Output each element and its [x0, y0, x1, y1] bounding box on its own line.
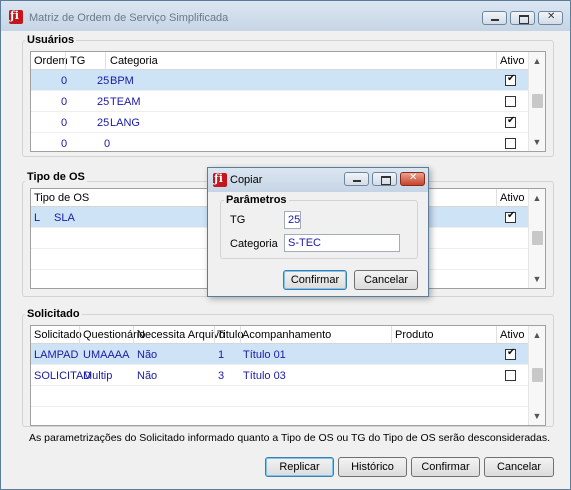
- scroll-down-icon[interactable]: ▼: [529, 408, 545, 424]
- table-row[interactable]: LAMPAD UMAAAA Não 1 Título 01: [31, 344, 528, 365]
- usuarios-grid[interactable]: Ordem TG Categoria Ativo 0 25 BPM 0 25 T…: [30, 51, 546, 152]
- table-row[interactable]: 0 25 TEAM: [31, 91, 528, 112]
- scroll-up-icon[interactable]: ▲: [529, 190, 545, 206]
- cell-ordem: 0: [61, 138, 68, 150]
- replicar-button[interactable]: Replicar: [265, 457, 334, 477]
- cell-codigo: L: [34, 212, 41, 224]
- historico-button[interactable]: Histórico: [338, 457, 407, 477]
- cell-tg: 25: [97, 96, 110, 108]
- title-bar[interactable]: Matriz de Ordem de Serviço Simplificada: [1, 1, 570, 31]
- scroll-thumb[interactable]: [532, 231, 543, 245]
- table-row[interactable]: [31, 386, 528, 407]
- col-ativo[interactable]: Ativo: [500, 192, 524, 204]
- scroll-thumb[interactable]: [532, 368, 543, 382]
- cell-titulo: 3: [218, 370, 225, 382]
- dialog-cancelar-button[interactable]: Cancelar: [354, 270, 418, 290]
- col-necessita-arquivo[interactable]: Necessita Arquivo: [137, 329, 225, 341]
- parametros-label: Parâmetros: [224, 194, 289, 206]
- minimize-button[interactable]: [482, 11, 507, 25]
- cell-necessita-arquivo: Não: [137, 349, 158, 361]
- ativo-checkbox[interactable]: [505, 370, 516, 381]
- ativo-checkbox[interactable]: [505, 138, 516, 149]
- cell-nome: SLA: [54, 212, 75, 224]
- main-window: Matriz de Ordem de Serviço Simplificada …: [0, 0, 571, 490]
- cell-ordem: 0: [61, 117, 68, 129]
- scroll-down-icon[interactable]: ▼: [529, 271, 545, 287]
- cell-tg: 25: [97, 75, 110, 87]
- cell-solicitado: LAMPAD: [34, 349, 79, 361]
- cell-tg: 25: [97, 117, 110, 129]
- ativo-checkbox[interactable]: [505, 115, 516, 128]
- dialog-confirmar-button[interactable]: Confirmar: [283, 270, 347, 290]
- col-tg[interactable]: TG: [70, 55, 85, 67]
- cell-acompanhamento: Título 03: [243, 370, 286, 382]
- col-acompanhamento[interactable]: Acompanhamento: [242, 329, 331, 341]
- dialog-minimize-button[interactable]: [344, 172, 369, 186]
- col-solicitado[interactable]: Solicitado: [34, 329, 82, 341]
- confirmar-button[interactable]: Confirmar: [411, 457, 480, 477]
- scroll-up-icon[interactable]: ▲: [529, 53, 545, 69]
- col-ativo[interactable]: Ativo: [500, 329, 524, 341]
- dialog-title: Copiar: [230, 174, 263, 186]
- cell-necessita-arquivo: Não: [137, 370, 158, 382]
- col-tipo-os[interactable]: Tipo de OS: [34, 192, 89, 204]
- categoria-label: Categoria: [230, 238, 278, 250]
- table-row[interactable]: 0 0: [31, 133, 528, 151]
- maximize-button[interactable]: [510, 11, 535, 25]
- tg-label: TG: [230, 214, 246, 226]
- tg-input[interactable]: 25: [284, 211, 301, 229]
- close-button[interactable]: [538, 11, 563, 25]
- col-categoria[interactable]: Categoria: [110, 55, 158, 67]
- solicitado-grid[interactable]: Solicitado Questionário Necessita Arquiv…: [30, 325, 546, 426]
- cell-ordem: 0: [61, 96, 68, 108]
- info-note: As parametrizações do Solicitado informa…: [29, 432, 551, 444]
- solicitado-grid-header: Solicitado Questionário Necessita Arquiv…: [31, 326, 528, 344]
- dialog-close-button[interactable]: [400, 172, 425, 186]
- cell-tg: 0: [104, 138, 111, 150]
- tipo-os-scrollbar[interactable]: ▲ ▼: [528, 189, 545, 288]
- cell-categoria: LANG: [110, 117, 140, 129]
- scroll-down-icon[interactable]: ▼: [529, 134, 545, 150]
- cancelar-button[interactable]: Cancelar: [484, 457, 554, 477]
- ativo-checkbox[interactable]: [505, 96, 516, 107]
- col-produto[interactable]: Produto: [395, 329, 434, 341]
- table-row[interactable]: SOLICITAD Multip Não 3 Título 03: [31, 365, 528, 386]
- cell-categoria: BPM: [110, 75, 134, 87]
- cell-questionario: Multip: [83, 370, 113, 382]
- col-ativo[interactable]: Ativo: [500, 55, 524, 67]
- cell-questionario: UMAAAA: [83, 349, 130, 361]
- copiar-dialog: Copiar Parâmetros TG 25 Categoria S-TEC …: [207, 167, 429, 297]
- table-row[interactable]: 0 25 BPM: [31, 70, 528, 91]
- window-title: Matriz de Ordem de Serviço Simplificada: [29, 12, 229, 24]
- cell-titulo: 1: [218, 349, 225, 361]
- ativo-checkbox[interactable]: [505, 347, 516, 360]
- scroll-up-icon[interactable]: ▲: [529, 327, 545, 343]
- dialog-title-bar[interactable]: Copiar: [208, 168, 428, 192]
- app-logo-icon: [9, 9, 23, 24]
- usuarios-grid-header: Ordem TG Categoria Ativo: [31, 52, 528, 70]
- app-logo-icon: [213, 172, 227, 187]
- usuarios-scrollbar[interactable]: ▲ ▼: [528, 52, 545, 151]
- usuarios-label: Usuários: [25, 34, 77, 46]
- cell-categoria: TEAM: [110, 96, 141, 108]
- solicitado-scrollbar[interactable]: ▲ ▼: [528, 326, 545, 425]
- cell-acompanhamento: Título 01: [243, 349, 286, 361]
- dialog-maximize-button[interactable]: [372, 172, 397, 186]
- ativo-checkbox[interactable]: [505, 73, 516, 86]
- col-ordem[interactable]: Ordem: [34, 55, 68, 67]
- categoria-input[interactable]: S-TEC: [284, 234, 400, 252]
- cell-ordem: 0: [61, 75, 68, 87]
- scroll-thumb[interactable]: [532, 94, 543, 108]
- ativo-checkbox[interactable]: [505, 210, 516, 223]
- solicitado-label: Solicitado: [25, 308, 82, 320]
- table-row[interactable]: 0 25 LANG: [31, 112, 528, 133]
- tipo-os-label: Tipo de OS: [25, 171, 87, 183]
